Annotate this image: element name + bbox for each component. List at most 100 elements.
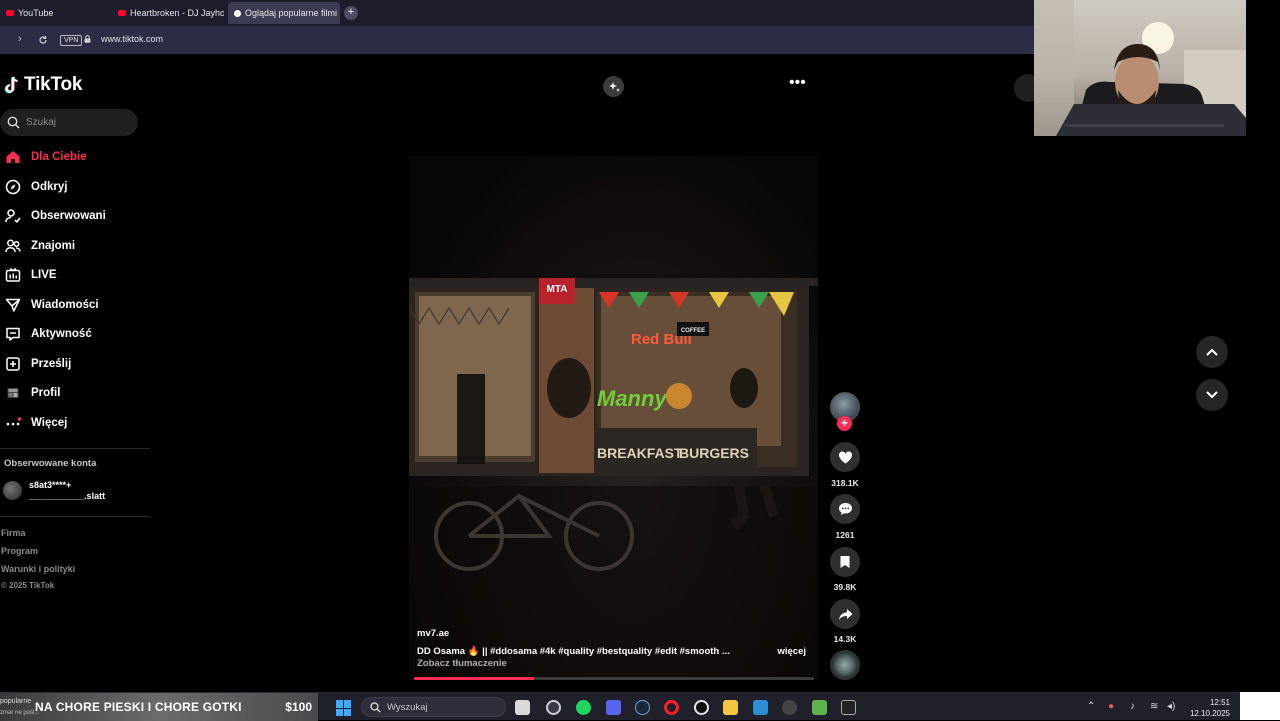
tray-app-icon[interactable]: ● bbox=[1108, 701, 1114, 712]
see-more-link[interactable]: więcej bbox=[777, 646, 806, 657]
url-field[interactable]: www.tiktok.com bbox=[101, 34, 163, 44]
footer-link-company[interactable]: Firma bbox=[1, 528, 26, 538]
sidebar-item-label: Znajomi bbox=[31, 240, 76, 252]
ticker-amount: $100 bbox=[285, 700, 312, 714]
app-icon[interactable] bbox=[694, 700, 709, 715]
windows-logo-tile bbox=[344, 708, 351, 716]
sidebar-item-label: Dla Ciebie bbox=[31, 151, 87, 163]
sidebar-item-label: Prześlij bbox=[31, 358, 72, 370]
sidebar-item-explore[interactable]: Odkryj bbox=[0, 175, 140, 199]
like-button[interactable] bbox=[830, 442, 860, 472]
new-tab-button[interactable]: + bbox=[344, 6, 358, 20]
photos-icon[interactable] bbox=[753, 700, 768, 715]
tray-chevron-icon[interactable]: ⌃ bbox=[1087, 701, 1095, 712]
sidebar-item-for-you[interactable]: Dla Ciebie bbox=[0, 145, 140, 169]
heart-icon bbox=[838, 451, 852, 464]
sparkle-button[interactable] bbox=[603, 76, 624, 97]
streamer-webcam-image bbox=[1034, 0, 1246, 136]
tiktok-logo[interactable]: TikTok bbox=[4, 74, 82, 96]
next-video-button[interactable] bbox=[1196, 379, 1228, 411]
more-options-icon[interactable]: ••• bbox=[789, 74, 806, 92]
video-username[interactable]: mv7.ae bbox=[417, 628, 449, 639]
footer-link-program[interactable]: Program bbox=[1, 546, 38, 556]
followed-accounts-title: Obserwowane konta bbox=[4, 458, 97, 469]
sidebar-item-friends[interactable]: Znajomi bbox=[0, 234, 140, 258]
sign-breakfast: BREAKFAST bbox=[597, 445, 683, 461]
chevron-up-icon bbox=[1206, 348, 1218, 356]
video-player[interactable]: MTA Red Bull COFFEE Manny's BREAKFAST BU… bbox=[409, 156, 818, 680]
reload-icon[interactable] bbox=[38, 35, 48, 45]
sidebar-item-messages[interactable]: Wiadomości bbox=[0, 293, 140, 317]
webcam-overlay bbox=[1034, 0, 1246, 136]
app-icon[interactable] bbox=[782, 700, 797, 715]
video-description: DD Osama 🔥 || #ddosama #4k #quality #bes… bbox=[417, 646, 730, 657]
ticker-subtext: zmar ne pośl... bbox=[0, 710, 40, 716]
volume-icon[interactable]: ◂) bbox=[1167, 701, 1175, 712]
previous-video-button[interactable] bbox=[1196, 336, 1228, 368]
sidebar-item-label: Obserwowani bbox=[31, 210, 106, 222]
discord-icon[interactable] bbox=[606, 700, 621, 715]
friends-icon bbox=[1, 234, 25, 258]
file-explorer-icon[interactable] bbox=[723, 700, 738, 715]
footer-link-terms[interactable]: Warunki i polityki bbox=[1, 564, 75, 574]
like-count: 318.1K bbox=[831, 478, 859, 488]
app-icon[interactable] bbox=[841, 700, 856, 715]
search-icon bbox=[7, 116, 20, 129]
sparkle-icon bbox=[608, 81, 620, 92]
followed-account-item[interactable]: s8at3****+ ___________.slatt bbox=[3, 478, 143, 506]
avatar bbox=[3, 481, 22, 500]
taskbar-search[interactable]: Wyszukaj bbox=[361, 697, 506, 717]
messages-icon bbox=[1, 293, 25, 317]
donation-ticker: popularne zmar ne pośl... NA CHORE PIESK… bbox=[0, 693, 318, 721]
tab-heartbroken[interactable]: Heartbroken - DJ Jayhood bbox=[112, 2, 224, 24]
music-disc-icon[interactable] bbox=[830, 650, 860, 680]
sidebar-item-profile[interactable]: Profil bbox=[0, 381, 140, 405]
tab-youtube[interactable]: YouTube bbox=[0, 2, 108, 24]
share-button[interactable] bbox=[830, 599, 860, 629]
browser-tab-bar: YouTube Heartbroken - DJ Jayhood Oglądaj… bbox=[0, 0, 1040, 26]
task-view-icon[interactable] bbox=[515, 700, 530, 715]
video-progress-fill bbox=[414, 677, 534, 680]
sidebar-item-label: Profil bbox=[31, 387, 61, 399]
user-follow-icon bbox=[1, 204, 25, 228]
account-nickname: ___________.slatt bbox=[29, 491, 106, 501]
search-input[interactable] bbox=[26, 109, 131, 136]
spotify-icon[interactable] bbox=[576, 700, 591, 715]
live-icon bbox=[1, 263, 25, 287]
app-icon[interactable] bbox=[812, 700, 827, 715]
follow-button[interactable]: + bbox=[837, 416, 852, 431]
home-icon bbox=[1, 145, 25, 169]
copyright-text: © 2025 TikTok bbox=[1, 581, 55, 590]
sidebar-item-label: Więcej bbox=[31, 417, 68, 429]
sidebar-item-activity[interactable]: Aktywność bbox=[0, 322, 140, 346]
profile-icon bbox=[1, 381, 25, 405]
steam-icon[interactable] bbox=[635, 700, 650, 715]
microphone-icon[interactable]: ♪ bbox=[1130, 701, 1135, 712]
sign-mta: MTA bbox=[547, 284, 568, 295]
opera-icon[interactable] bbox=[664, 700, 679, 715]
vpn-badge[interactable]: VPN bbox=[60, 35, 83, 46]
settings-icon[interactable] bbox=[546, 700, 561, 715]
sidebar-item-following[interactable]: Obserwowani bbox=[0, 204, 140, 228]
share-icon bbox=[838, 608, 852, 620]
ticker-message: NA CHORE PIESKI I CHORE GOTKI bbox=[35, 700, 242, 714]
wifi-icon[interactable]: ≋ bbox=[1150, 701, 1158, 712]
comment-count: 1261 bbox=[835, 530, 855, 540]
more-icon bbox=[1, 411, 25, 435]
clock-time[interactable]: 12:51 bbox=[1186, 698, 1230, 707]
start-button[interactable] bbox=[336, 700, 352, 716]
search-box[interactable] bbox=[0, 109, 138, 136]
sidebar-item-upload[interactable]: Prześlij bbox=[0, 352, 140, 376]
clock-date[interactable]: 12.10.2025 bbox=[1186, 709, 1230, 718]
save-count: 39.8K bbox=[833, 582, 857, 592]
comment-button[interactable] bbox=[830, 494, 860, 524]
tab-tiktok[interactable]: Oglądaj popularne filmi bbox=[228, 2, 340, 24]
forward-icon[interactable]: › bbox=[18, 33, 22, 45]
see-translation-link[interactable]: Zobacz tłumaczenie bbox=[417, 658, 507, 669]
search-icon bbox=[370, 702, 381, 713]
save-button[interactable] bbox=[830, 547, 860, 577]
sidebar-item-more[interactable]: Więcej bbox=[0, 411, 140, 435]
youtube-icon bbox=[118, 10, 126, 16]
video-progress-bar[interactable] bbox=[414, 677, 814, 680]
sidebar-item-live[interactable]: LIVE bbox=[0, 263, 140, 287]
